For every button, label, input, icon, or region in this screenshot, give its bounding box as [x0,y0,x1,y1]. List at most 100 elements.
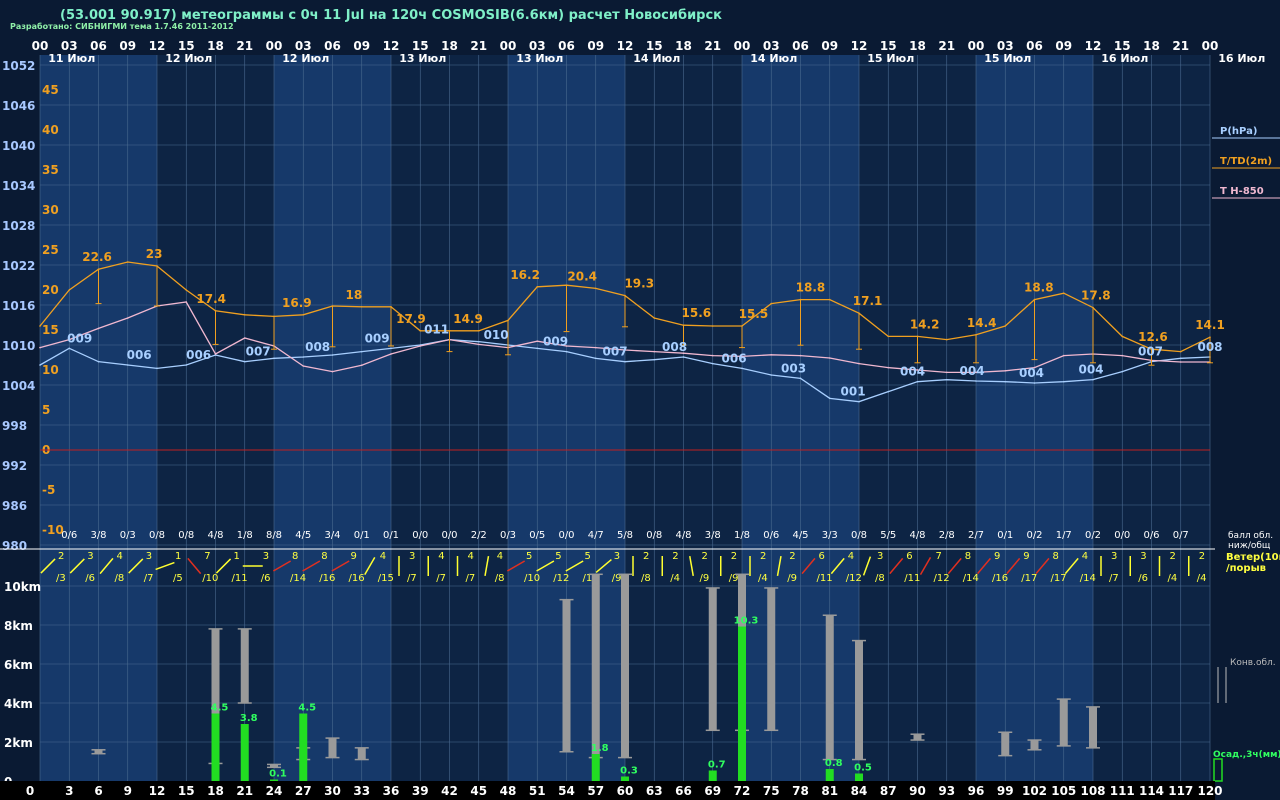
top-hour-label: 12 [1085,39,1102,53]
bottom-hour-label: 93 [938,784,955,798]
top-hour-label: 12 [383,39,400,53]
series-point [1121,370,1124,373]
pressure-tick-label: 1028 [2,219,35,233]
series-point [887,390,890,393]
pressure-tick-label: 1034 [2,179,35,193]
top-hour-label: 15 [880,39,897,53]
precip-bar [825,769,834,781]
pressure-value-label: 006 [127,348,152,362]
wind-speed: 8 [1053,551,1059,562]
wind-label: /порыв [1226,563,1266,574]
cloudiness-value: 0/1 [354,530,370,541]
wind-gust: /11 [232,573,248,584]
wind-speed: 3 [1140,551,1146,562]
wind-gust: /7 [144,573,154,584]
wind-gust: /8 [495,573,505,584]
series-point [594,287,597,290]
convective-cloud-bar [562,599,571,752]
cloudiness-value: 4/8 [675,530,691,541]
temperature-tick-label: 30 [42,203,59,217]
top-hour-label: 15 [1114,39,1131,53]
cloudiness-value: 0/8 [646,530,662,541]
temperature-value-label: 22.6 [82,250,112,264]
series-point [302,365,305,367]
series-point [419,330,422,332]
pressure-value-label: 008 [305,340,330,354]
cloudiness-value: 4/8 [909,530,925,541]
cloudiness-value: 0/3 [500,530,516,541]
wind-gust: /4 [1197,573,1207,584]
wind-speed: 2 [731,551,737,562]
precip-bar [855,773,863,781]
pressure-value-label: 003 [781,361,806,375]
day-label: 14 Июл [633,52,680,65]
series-point [243,314,246,316]
wind-gust: /14 [290,573,306,584]
bottom-hour-label: 78 [792,784,809,798]
wind-gust: /17 [1051,573,1067,584]
top-hour-label: 06 [792,39,809,53]
cloudiness-value: 0/1 [383,530,399,541]
wind-gust: /4 [758,573,768,584]
series-point [390,347,392,350]
cloudiness-value: 0/6 [61,530,77,541]
wind-speed: 5 [585,551,591,562]
wind-gust: /15 [378,573,394,584]
pressure-value-label: 001 [841,385,866,399]
temperature-value-label: 18 [346,288,363,302]
day-label: 13 Июл [516,52,563,65]
day-label: 11 Июл [48,52,95,65]
precip-legend-label: Осад.,3ч(мм) [1213,750,1280,760]
series-point [39,346,41,349]
pressure-value-label: 007 [603,345,628,359]
wind-gust: /16 [349,573,365,584]
day-label: 12 Июл [165,52,212,65]
convective-cloud-bar [708,587,717,731]
pressure-value-label: 004 [960,364,985,378]
wind-gust: /8 [875,573,885,584]
cloudiness-value: 0/3 [120,530,136,541]
cloudiness-value: 0/6 [763,530,779,541]
precip-label: 4.5 [211,703,229,714]
series-point [1092,378,1094,381]
pressure-tick-label: 980 [2,539,27,553]
series-point [1179,357,1182,360]
wind-speed: 5 [555,551,561,562]
bottom-hour-label: 66 [675,784,692,798]
wind-speed: 2 [58,551,64,562]
series-point [945,338,948,341]
bottom-hour-label: 111 [1110,784,1135,798]
temperature-tick-label: 5 [42,403,50,417]
pressure-value-label: 009 [67,331,92,345]
bottom-hour-label: 72 [734,784,751,798]
series-point [302,314,305,316]
series-point [243,337,246,339]
series-point [126,364,129,366]
cloudiness-value: 0/0 [558,530,574,541]
series-point [536,347,539,350]
temperature-tick-label: 20 [42,283,59,297]
series-point [185,364,188,366]
legend-label: P(hPa) [1220,126,1257,137]
wind-gust: /17 [1021,573,1037,584]
cloudiness-value: 3/8 [705,530,721,541]
temperature-tick-label: 40 [42,123,59,137]
temperature-tick-label: 25 [42,243,59,257]
temperature-tick-label: 35 [42,163,59,177]
precip-bar [240,724,249,781]
bottom-hour-label: 9 [124,784,132,798]
cloudiness-value: 4/8 [207,530,223,541]
legend-label: T H-850 [1220,186,1264,197]
pressure-value-label: 004 [900,365,925,379]
top-hour-label: 15 [178,39,195,53]
cloudiness-value: 0/2 [1026,530,1042,541]
pressure-tick-label: 998 [2,419,27,433]
day-label: 13 Июл [399,52,446,65]
series-point [975,380,977,382]
height-tick-label: 10km [4,580,41,594]
cloudiness-value: 2/7 [968,530,984,541]
pressure-tick-label: 986 [2,499,27,513]
top-hour-label: 18 [675,39,692,53]
series-point [185,301,188,303]
top-hour-label: 06 [558,39,575,53]
